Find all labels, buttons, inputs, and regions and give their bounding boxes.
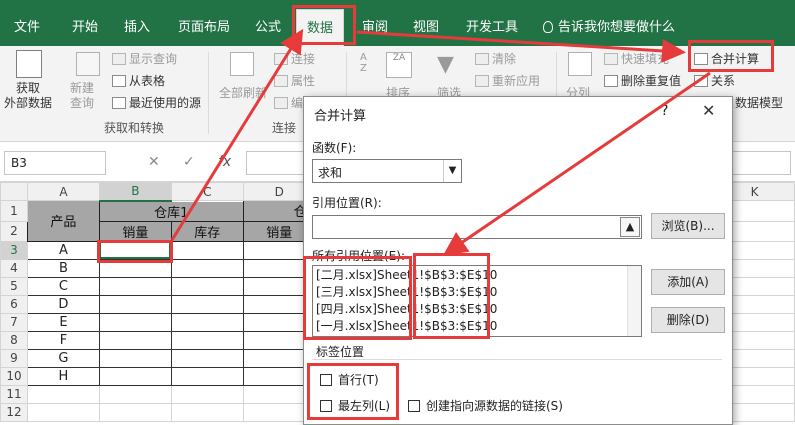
arrow-data-to-consolidate bbox=[356, 30, 686, 63]
arrow-consolidate-to-ranges bbox=[443, 71, 711, 256]
annotation-arrows bbox=[170, 28, 711, 256]
arrow-b3-to-data-tab bbox=[170, 28, 304, 241]
